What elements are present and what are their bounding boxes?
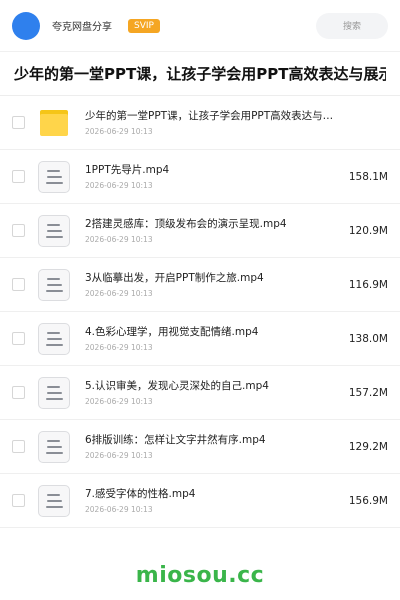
avatar[interactable] xyxy=(12,11,40,40)
title-bar: 少年的第一堂PPT课，让孩子学会用PPT高效表达与展示 xyxy=(0,52,400,96)
row-checkbox[interactable] xyxy=(12,116,25,129)
file-date: 2026-06-29 10:13 xyxy=(85,397,153,406)
file-size: 156.9M xyxy=(348,494,388,507)
page-title: 少年的第一堂PPT课，让孩子学会用PPT高效表达与展示 xyxy=(14,65,386,83)
file-row[interactable]: 6排版训练：怎样让文字井然有序.mp4 2026-06-29 10:13 129.2… xyxy=(0,420,400,474)
file-row[interactable]: 7.感受字体的性格.mp4 2026-06-29 10:13 156.9M xyxy=(0,474,400,528)
video-file-icon xyxy=(37,160,71,194)
row-checkbox[interactable] xyxy=(12,332,25,345)
app-header: 夸克网盘分享 SVIP 搜索 xyxy=(0,0,400,52)
file-date: 2026-06-29 10:13 xyxy=(85,343,153,352)
file-meta: 1PPT先导片.mp4 2026-06-29 10:13 xyxy=(85,163,341,190)
file-meta: 3从临摹出发，开启PPT制作之旅.mp4 2026-06-29 10:13 xyxy=(85,271,341,298)
file-row[interactable]: 1PPT先导片.mp4 2026-06-29 10:13 158.1M xyxy=(0,150,400,204)
row-checkbox[interactable] xyxy=(12,440,25,453)
file-size: 116.9M xyxy=(348,278,388,291)
file-row[interactable]: 2搭建灵感库：顶级发布会的演示呈现.mp4 2026-06-29 10:13 120… xyxy=(0,204,400,258)
video-file-icon xyxy=(37,376,71,410)
row-checkbox[interactable] xyxy=(12,386,25,399)
video-file-icon xyxy=(37,268,71,302)
video-file-icon xyxy=(37,322,71,356)
row-checkbox[interactable] xyxy=(12,170,25,183)
file-name: 5.认识审美，发现心灵深处的自己.mp4 xyxy=(85,380,269,392)
row-checkbox[interactable] xyxy=(12,224,25,237)
file-size: 157.2M xyxy=(348,386,388,399)
file-size: 120.9M xyxy=(348,224,388,237)
file-meta: 2搭建灵感库：顶级发布会的演示呈现.mp4 2026-06-29 10:13 xyxy=(85,217,341,244)
folder-icon xyxy=(37,106,71,140)
file-name: 6排版训练：怎样让文字井然有序.mp4 xyxy=(85,434,266,446)
file-date: 2026-06-29 10:13 xyxy=(85,505,153,514)
file-meta: 5.认识审美，发现心灵深处的自己.mp4 2026-06-29 10:13 xyxy=(85,379,341,406)
file-date: 2026-06-29 10:13 xyxy=(85,181,153,190)
file-meta: 4.色彩心理学，用视觉支配情绪.mp4 2026-06-29 10:13 xyxy=(85,325,341,352)
file-size: 158.1M xyxy=(348,170,388,183)
file-name: 7.感受字体的性格.mp4 xyxy=(85,488,196,500)
file-name: 2搭建灵感库：顶级发布会的演示呈现.mp4 xyxy=(85,218,287,230)
file-date: 2026-06-29 10:13 xyxy=(85,235,153,244)
file-list: 少年的第一堂PPT课，让孩子学会用PPT高效表达与… 2026-06-29 10… xyxy=(0,96,400,528)
file-date: 2026-06-29 10:13 xyxy=(85,451,153,460)
file-meta: 6排版训练：怎样让文字井然有序.mp4 2026-06-29 10:13 xyxy=(85,433,341,460)
file-date: 2026-06-29 10:13 xyxy=(85,289,153,298)
row-checkbox[interactable] xyxy=(12,278,25,291)
video-file-icon xyxy=(37,214,71,248)
video-file-icon xyxy=(37,484,71,518)
file-name: 3从临摹出发，开启PPT制作之旅.mp4 xyxy=(85,272,264,284)
svip-badge: SVIP xyxy=(128,18,160,33)
video-file-icon xyxy=(37,430,71,464)
file-row[interactable]: 3从临摹出发，开启PPT制作之旅.mp4 2026-06-29 10:13 116.… xyxy=(0,258,400,312)
file-row[interactable]: 5.认识审美，发现心灵深处的自己.mp4 2026-06-29 10:13 157.… xyxy=(0,366,400,420)
file-size: 129.2M xyxy=(348,440,388,453)
folder-meta: 少年的第一堂PPT课，让孩子学会用PPT高效表达与… 2026-06-29 10… xyxy=(85,109,388,136)
file-size: 138.0M xyxy=(348,332,388,345)
folder-date: 2026-06-29 10:13 xyxy=(85,127,153,136)
folder-row[interactable]: 少年的第一堂PPT课，让孩子学会用PPT高效表达与… 2026-06-29 10… xyxy=(0,96,400,150)
share-owner-name: 夸克网盘分享 xyxy=(52,22,112,33)
watermark: miosou.cc xyxy=(135,563,265,588)
file-row[interactable]: 4.色彩心理学，用视觉支配情绪.mp4 2026-06-29 10:13 138.0… xyxy=(0,312,400,366)
search-input[interactable]: 搜索 xyxy=(316,12,388,39)
row-checkbox[interactable] xyxy=(12,494,25,507)
file-name: 1PPT先导片.mp4 xyxy=(85,164,170,176)
file-name: 4.色彩心理学，用视觉支配情绪.mp4 xyxy=(85,326,259,338)
file-meta: 7.感受字体的性格.mp4 2026-06-29 10:13 xyxy=(85,487,341,514)
folder-name: 少年的第一堂PPT课，让孩子学会用PPT高效表达与… xyxy=(85,110,334,122)
